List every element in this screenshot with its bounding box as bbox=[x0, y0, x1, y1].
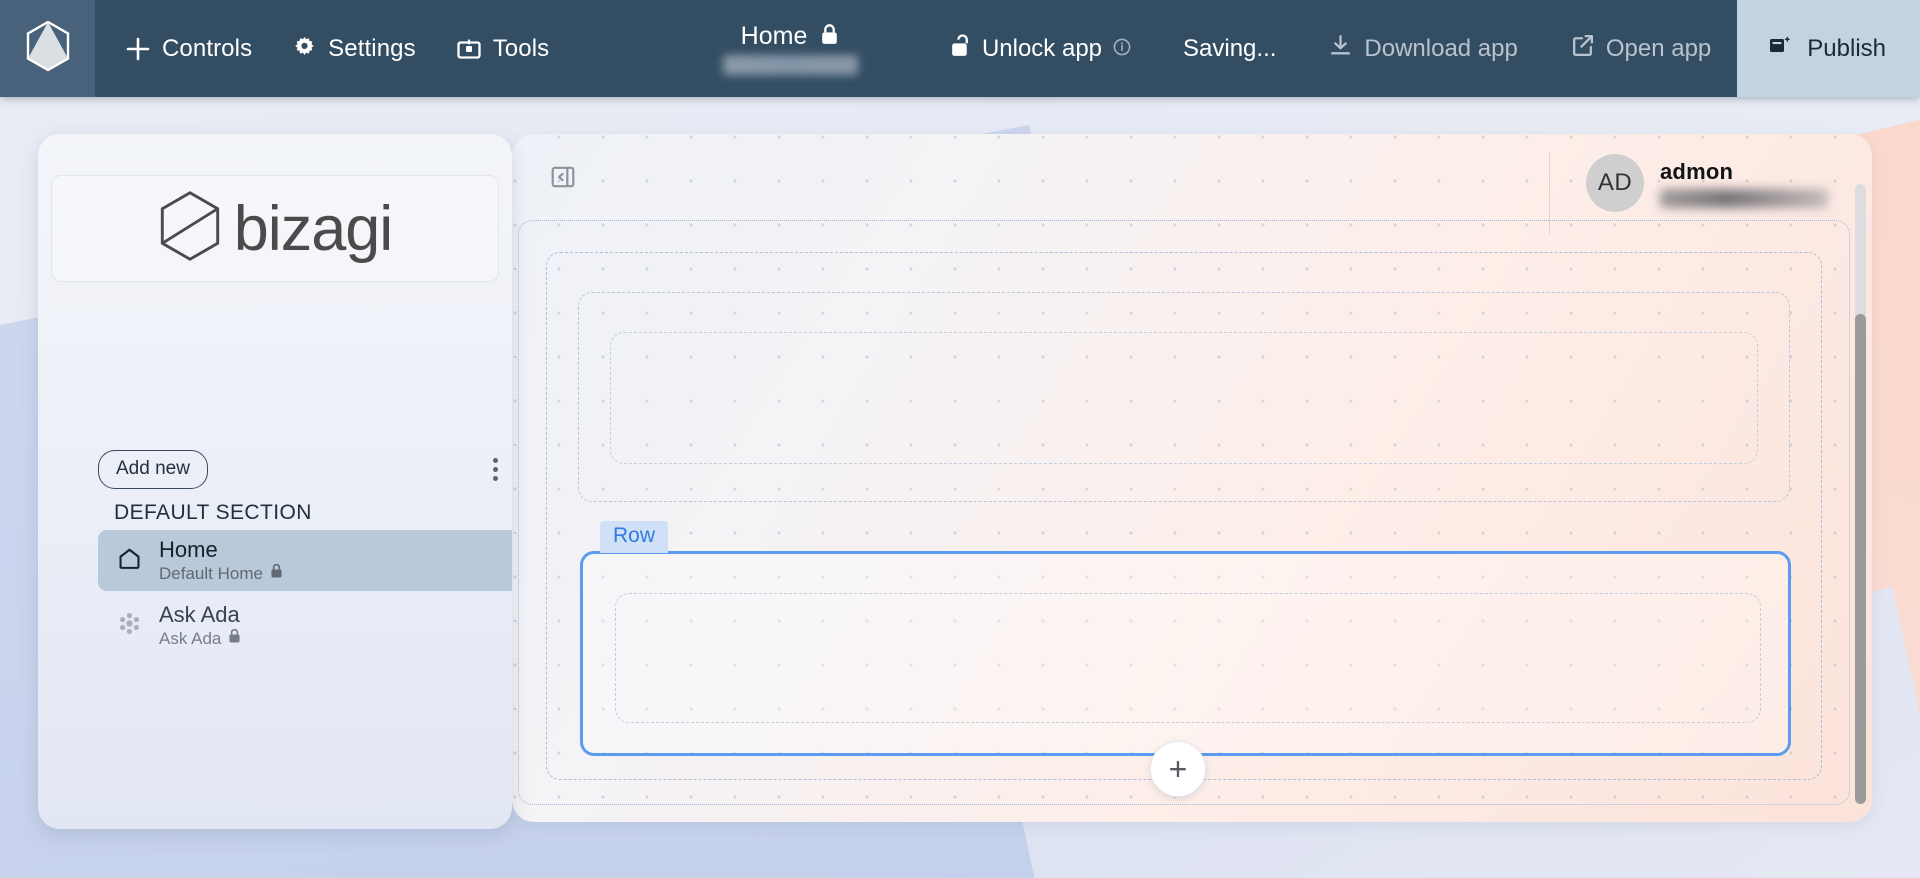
publish-button[interactable]: Publish bbox=[1737, 0, 1920, 97]
top-toolbar: Controls Settings Tools Home Unlock app … bbox=[0, 0, 1920, 97]
toolbar-item-tools[interactable]: Tools bbox=[456, 35, 550, 63]
design-container-inner[interactable] bbox=[610, 332, 1758, 464]
download-app-button[interactable]: Download app bbox=[1302, 0, 1543, 97]
row-inner-placeholder[interactable] bbox=[615, 593, 1761, 723]
sidebar-item-ask-ada-subtitle-text: Ask Ada bbox=[159, 628, 222, 648]
toolbar-item-settings[interactable]: Settings bbox=[292, 35, 416, 63]
lock-icon bbox=[820, 23, 839, 51]
app-title-block: Home bbox=[640, 0, 940, 97]
publish-label: Publish bbox=[1807, 34, 1886, 62]
toolbar-right-group: Unlock app Saving... Download app Open a… bbox=[924, 0, 1920, 97]
app-logo-tile[interactable] bbox=[0, 0, 95, 97]
toolbar-nav-group: Controls Settings Tools bbox=[95, 0, 549, 97]
row-selection-tag[interactable]: Row bbox=[600, 521, 669, 553]
toolbar-item-controls-label: Controls bbox=[162, 34, 253, 62]
more-vertical-icon[interactable] bbox=[481, 452, 510, 487]
bizagi-hexagon-logo-icon bbox=[25, 20, 71, 77]
selected-row-container[interactable] bbox=[580, 551, 1791, 756]
unlock-app-label: Unlock app bbox=[981, 34, 1103, 62]
sidebar-item-home-subtitle: Default Home bbox=[159, 563, 283, 583]
user-name: admon bbox=[1660, 158, 1734, 184]
lock-icon bbox=[270, 563, 283, 583]
toolbar-item-controls[interactable]: Controls bbox=[125, 35, 252, 63]
plus-icon bbox=[125, 36, 151, 62]
add-new-button[interactable]: Add new bbox=[98, 450, 208, 489]
gear-icon bbox=[292, 36, 317, 61]
sidebar-actions-row: Add new bbox=[98, 450, 510, 489]
sidebar-item-ask-ada-title: Ask Ada bbox=[159, 601, 240, 627]
unlock-app-button[interactable]: Unlock app bbox=[924, 0, 1157, 97]
info-circle-icon[interactable] bbox=[1113, 35, 1131, 63]
asterisk-icon bbox=[117, 611, 142, 641]
publish-icon bbox=[1767, 33, 1793, 64]
app-sidebar-panel: bizagi Add new DEFAULT SECTION Home Defa… bbox=[38, 134, 512, 829]
sidebar-item-ask-ada-subtitle: Ask Ada bbox=[159, 628, 241, 648]
unlock-icon bbox=[950, 33, 971, 65]
save-status: Saving... bbox=[1157, 0, 1302, 97]
user-email-redacted bbox=[1660, 188, 1828, 208]
avatar[interactable]: AD bbox=[1586, 154, 1644, 212]
external-link-icon bbox=[1570, 33, 1595, 65]
panel-collapse-icon[interactable] bbox=[550, 164, 576, 190]
open-app-button[interactable]: Open app bbox=[1544, 0, 1737, 97]
toolbar-item-tools-label: Tools bbox=[492, 34, 550, 62]
bizagi-hexagon-logo-icon bbox=[158, 190, 222, 267]
sidebar-item-home-subtitle-text: Default Home bbox=[159, 563, 263, 583]
app-title-row: Home bbox=[741, 22, 840, 51]
lock-icon bbox=[228, 628, 241, 648]
sidebar-logo-text: bizagi bbox=[233, 193, 394, 264]
sidebar-item-ask-ada[interactable]: Ask Ada Ask Ada bbox=[98, 595, 512, 656]
save-status-label: Saving... bbox=[1183, 34, 1277, 62]
sidebar-item-ask-ada-text: Ask Ada Ask Ada bbox=[159, 601, 241, 649]
sidebar-section-label: DEFAULT SECTION bbox=[114, 501, 312, 524]
sidebar-item-home[interactable]: Home Default Home bbox=[98, 530, 512, 591]
page-title: Home bbox=[740, 22, 808, 50]
toolbox-icon bbox=[456, 37, 482, 61]
download-app-label: Download app bbox=[1364, 34, 1518, 62]
open-app-label: Open app bbox=[1605, 34, 1712, 62]
home-icon bbox=[117, 546, 142, 576]
canvas-scrollbar-thumb[interactable] bbox=[1855, 314, 1866, 804]
add-row-button[interactable]: + bbox=[1150, 741, 1206, 797]
user-text: admon bbox=[1660, 159, 1828, 208]
canvas-scrollbar-track[interactable] bbox=[1855, 184, 1866, 804]
sidebar-item-home-title: Home bbox=[159, 536, 218, 562]
toolbar-item-settings-label: Settings bbox=[328, 34, 416, 62]
sidebar-item-home-text: Home Default Home bbox=[159, 536, 283, 584]
app-name-redacted bbox=[722, 55, 858, 75]
download-icon bbox=[1328, 33, 1353, 65]
sidebar-logo-box[interactable]: bizagi bbox=[51, 175, 499, 282]
user-profile[interactable]: AD admon bbox=[1586, 154, 1828, 212]
